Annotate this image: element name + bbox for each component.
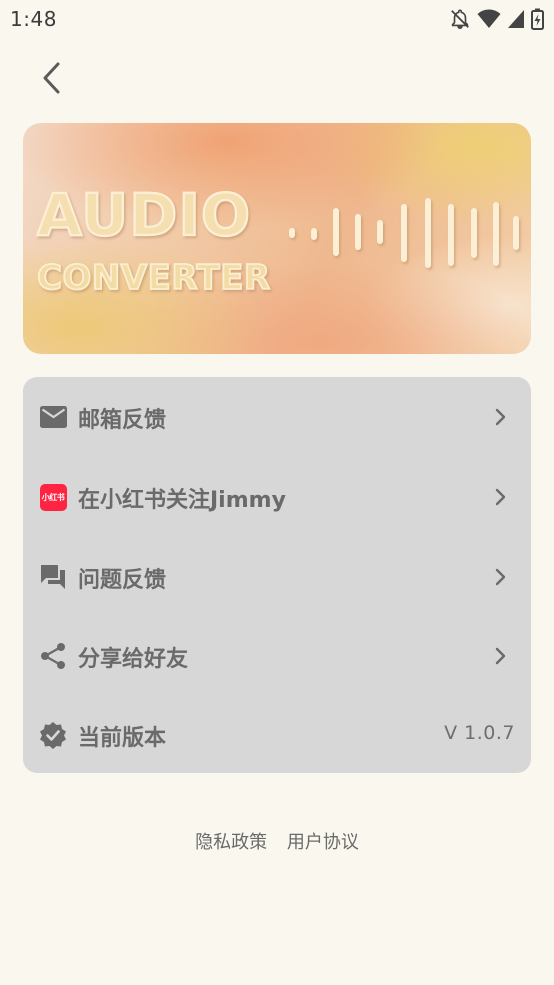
menu-item-issue-feedback[interactable]: 问题反馈 bbox=[23, 537, 531, 615]
banner-title-line2: CONVERTER bbox=[37, 258, 271, 298]
chevron-right-icon bbox=[493, 487, 509, 507]
menu-item-label: 当前版本 bbox=[78, 726, 167, 751]
menu-item-label: 在小红书关注Jimmy bbox=[78, 488, 286, 513]
menu-item-version: 当前版本 V 1.0.7 bbox=[23, 695, 531, 773]
version-number: V 1.0.7 bbox=[444, 722, 515, 744]
battery-charging-icon bbox=[531, 8, 544, 30]
privacy-policy-link[interactable]: 隐私政策 bbox=[195, 832, 267, 853]
share-icon bbox=[39, 642, 67, 670]
menu-item-follow-xiaohongshu[interactable]: 小红书 在小红书关注Jimmy bbox=[23, 457, 531, 535]
chat-bubbles-icon bbox=[39, 563, 67, 591]
status-icons bbox=[449, 7, 544, 31]
signal-icon bbox=[507, 9, 525, 29]
back-button[interactable] bbox=[30, 56, 74, 104]
wifi-icon bbox=[477, 9, 501, 29]
xiaohongshu-icon: 小红书 bbox=[39, 483, 67, 511]
status-time: 1:48 bbox=[10, 7, 57, 31]
chevron-right-icon bbox=[493, 407, 509, 427]
menu-item-label: 邮箱反馈 bbox=[78, 408, 167, 433]
chevron-right-icon bbox=[493, 646, 509, 666]
status-bar: 1:48 bbox=[0, 0, 554, 38]
menu-item-label: 分享给好友 bbox=[78, 647, 189, 672]
chevron-left-icon bbox=[41, 61, 63, 99]
menu-item-label: 问题反馈 bbox=[78, 568, 167, 593]
menu-item-share[interactable]: 分享给好友 bbox=[23, 616, 531, 694]
chevron-right-icon bbox=[493, 567, 509, 587]
xiaohongshu-logo: 小红书 bbox=[39, 483, 67, 511]
settings-menu: 邮箱反馈 小红书 在小红书关注Jimmy 问题反馈 分享给好友 当前版本 V 1… bbox=[23, 377, 531, 773]
waveform-icon bbox=[289, 198, 519, 268]
banner-artwork: AUDIO CONVERTER bbox=[36, 180, 519, 299]
verified-badge-icon bbox=[39, 721, 67, 749]
mail-icon bbox=[39, 403, 67, 431]
menu-item-email-feedback[interactable]: 邮箱反馈 bbox=[23, 377, 531, 455]
banner-title-line1: AUDIO bbox=[37, 181, 251, 249]
notifications-off-icon bbox=[449, 8, 471, 30]
user-agreement-link[interactable]: 用户协议 bbox=[287, 832, 359, 853]
footer-links: 隐私政策 用户协议 bbox=[0, 828, 554, 854]
app-banner: AUDIO CONVERTER bbox=[23, 123, 531, 354]
